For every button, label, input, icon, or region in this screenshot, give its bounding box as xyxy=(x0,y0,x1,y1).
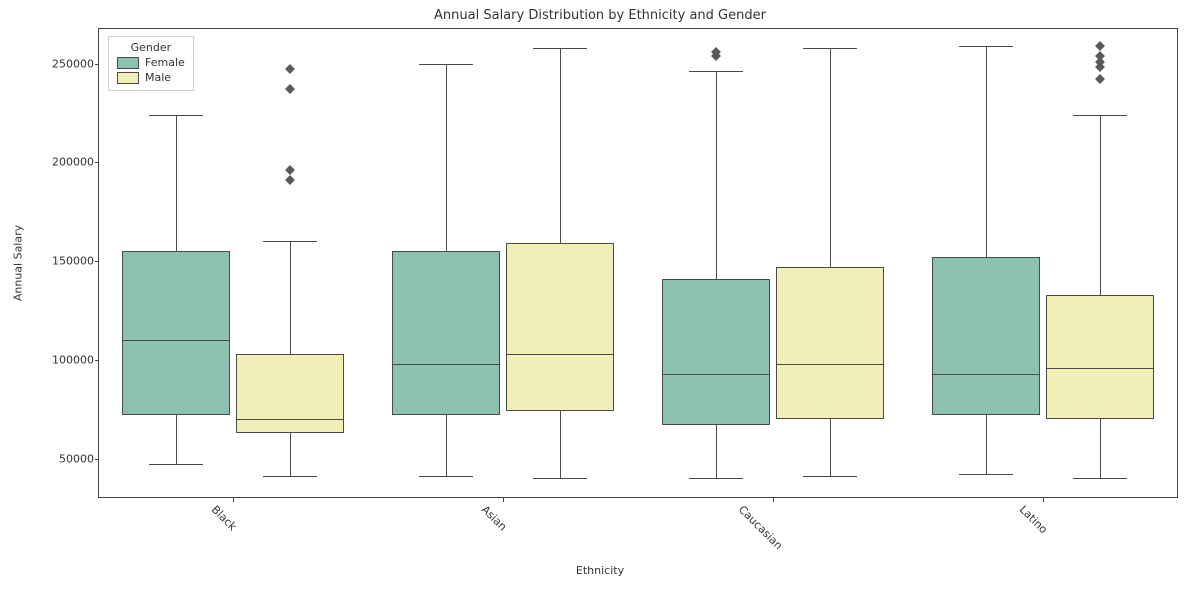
whisker-lower xyxy=(716,425,717,478)
x-tick-mark xyxy=(503,498,504,502)
whisker-lower xyxy=(830,419,831,476)
whisker-lower xyxy=(1100,419,1101,478)
whisker-cap-upper xyxy=(263,241,317,242)
median-line xyxy=(506,354,614,355)
whisker-cap-lower xyxy=(959,474,1013,475)
whisker-cap-lower xyxy=(419,476,473,477)
whisker-cap-lower xyxy=(689,478,743,479)
y-tick-label: 150000 xyxy=(4,255,94,268)
x-axis-label: Ethnicity xyxy=(0,564,1200,577)
median-line xyxy=(1046,368,1154,369)
whisker-lower xyxy=(176,415,177,464)
legend-swatch-female xyxy=(117,57,139,69)
whisker-upper xyxy=(290,241,291,354)
median-line xyxy=(776,364,884,365)
legend-title: Gender xyxy=(117,41,185,54)
whisker-upper xyxy=(716,71,717,278)
whisker-lower xyxy=(446,415,447,476)
boxplot-box xyxy=(122,251,230,415)
legend-item-male: Male xyxy=(117,71,185,84)
y-tick-mark xyxy=(95,459,99,460)
x-tick-label: Black xyxy=(209,503,239,533)
x-tick-label: Latino xyxy=(1017,503,1050,536)
whisker-lower xyxy=(560,411,561,478)
y-tick-label: 50000 xyxy=(4,452,94,465)
whisker-cap-upper xyxy=(149,115,203,116)
whisker-cap-upper xyxy=(533,48,587,49)
x-tick-mark xyxy=(1043,498,1044,502)
whisker-upper xyxy=(446,64,447,252)
whisker-lower xyxy=(986,415,987,474)
median-line xyxy=(932,374,1040,375)
whisker-upper xyxy=(830,48,831,267)
legend-swatch-male xyxy=(117,72,139,84)
boxplot-box xyxy=(662,279,770,425)
boxplot-box xyxy=(392,251,500,415)
whisker-cap-upper xyxy=(803,48,857,49)
whisker-cap-upper xyxy=(689,71,743,72)
legend-label-male: Male xyxy=(145,71,171,84)
median-line xyxy=(236,419,344,420)
y-tick-mark xyxy=(95,360,99,361)
y-tick-mark xyxy=(95,261,99,262)
x-tick-label: Asian xyxy=(479,503,509,533)
chart-title: Annual Salary Distribution by Ethnicity … xyxy=(0,8,1200,23)
boxplot-box xyxy=(776,267,884,419)
legend-label-female: Female xyxy=(145,56,185,69)
y-tick-label: 250000 xyxy=(4,57,94,70)
whisker-cap-upper xyxy=(959,46,1013,47)
boxplot-box xyxy=(932,257,1040,415)
boxplot-box xyxy=(1046,295,1154,419)
whisker-upper xyxy=(560,48,561,244)
median-line xyxy=(662,374,770,375)
whisker-cap-lower xyxy=(533,478,587,479)
median-line xyxy=(392,364,500,365)
median-line xyxy=(122,340,230,341)
whisker-cap-lower xyxy=(1073,478,1127,479)
y-tick-mark xyxy=(95,64,99,65)
x-tick-label: Caucasian xyxy=(735,503,784,552)
whisker-cap-lower xyxy=(263,476,317,477)
y-tick-mark xyxy=(95,162,99,163)
whisker-cap-upper xyxy=(419,64,473,65)
whisker-upper xyxy=(1100,115,1101,295)
y-tick-label: 100000 xyxy=(4,353,94,366)
x-tick-mark xyxy=(773,498,774,502)
whisker-lower xyxy=(290,433,291,476)
whisker-upper xyxy=(176,115,177,251)
boxplot-box xyxy=(506,243,614,411)
x-tick-mark xyxy=(233,498,234,502)
y-tick-label: 200000 xyxy=(4,156,94,169)
legend: Gender Female Male xyxy=(108,36,194,91)
whisker-cap-lower xyxy=(803,476,857,477)
whisker-upper xyxy=(986,46,987,257)
boxplot-box xyxy=(236,354,344,433)
whisker-cap-upper xyxy=(1073,115,1127,116)
figure: Annual Salary Distribution by Ethnicity … xyxy=(0,0,1200,604)
legend-item-female: Female xyxy=(117,56,185,69)
whisker-cap-lower xyxy=(149,464,203,465)
